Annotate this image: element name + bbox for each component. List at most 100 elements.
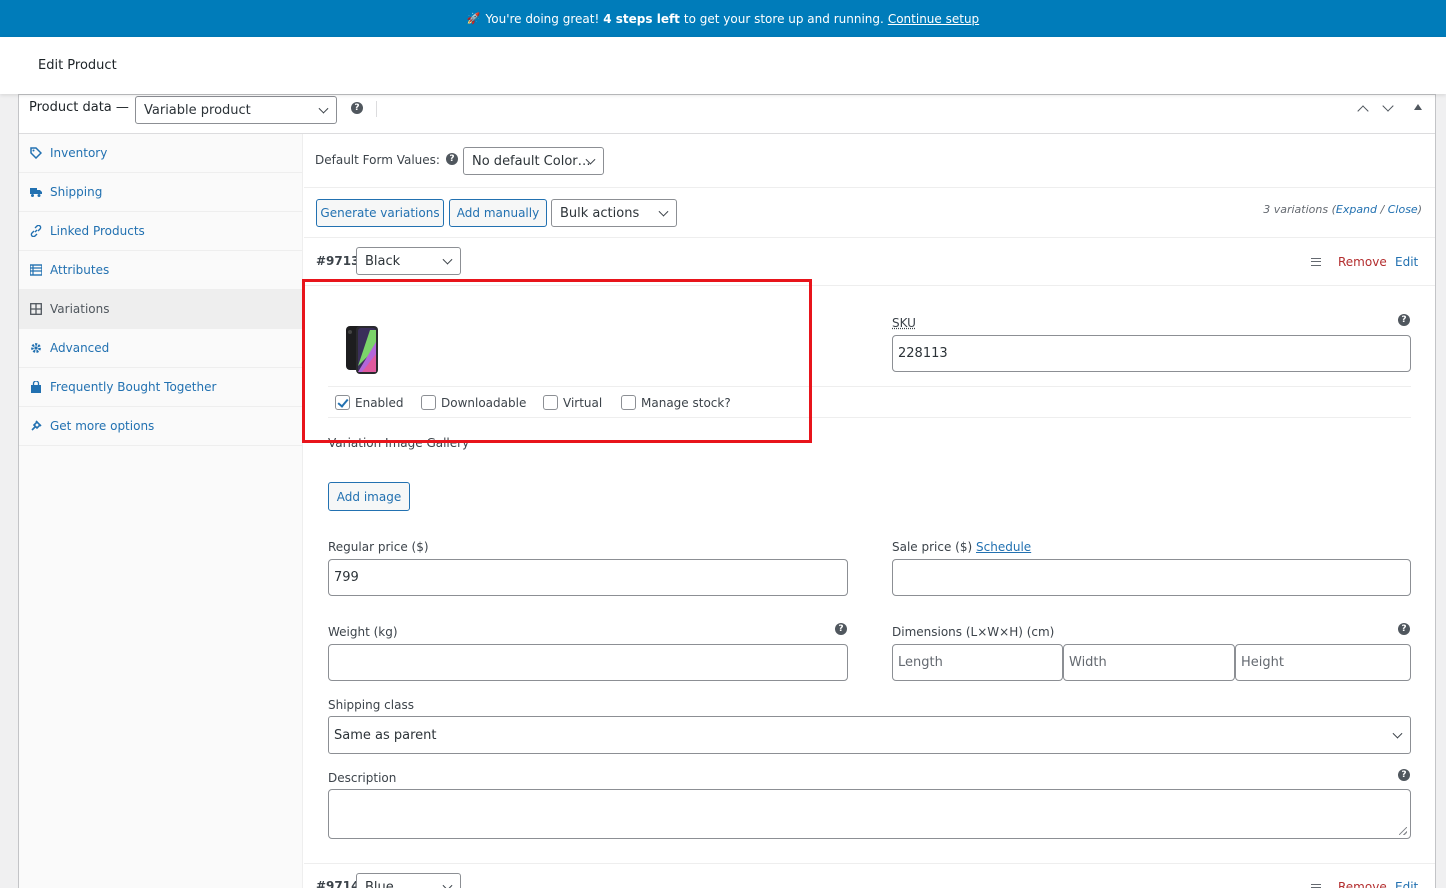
list-icon — [29, 263, 43, 277]
expand-close-separator: / — [1381, 203, 1385, 216]
sku-input[interactable]: 228113 — [892, 335, 1411, 372]
chevron-down-icon — [443, 255, 453, 265]
truck-icon — [29, 185, 43, 199]
tab-variations[interactable]: Variations — [19, 290, 302, 329]
weight-label: Weight (kg) — [328, 625, 398, 639]
variations-content: Default Form Values: ? No default Color…… — [304, 134, 1435, 888]
notice-suffix: to get your store up and running. — [684, 12, 884, 26]
product-data-tabs: Inventory Shipping Linked Products Attri… — [19, 134, 303, 888]
variation-id: #9714 — [316, 879, 359, 888]
regular-price-input[interactable]: 799 — [328, 559, 848, 596]
help-icon[interactable]: ? — [1398, 314, 1410, 326]
description-textarea[interactable] — [328, 789, 1411, 839]
sku-label: SKU — [892, 316, 916, 330]
product-data-label: Product data — — [29, 100, 129, 115]
chevron-down-icon — [659, 207, 669, 217]
continue-setup-link[interactable]: Continue setup — [888, 12, 979, 26]
variation-header[interactable]: #9714 Blue Remove Edit — [304, 863, 1435, 888]
shipping-class-label: Shipping class — [328, 698, 414, 712]
tab-frequently-bought-together[interactable]: Frequently Bought Together — [19, 368, 302, 407]
remove-variation-link[interactable]: Remove — [1338, 255, 1387, 269]
width-input[interactable]: Width — [1063, 644, 1235, 681]
bulk-actions-select[interactable]: Bulk actions — [551, 199, 677, 227]
product-data-panel: Product data — Variable product ? Invent… — [18, 94, 1436, 888]
default-color-select[interactable]: No default Color… — [463, 147, 604, 175]
tab-linked-products[interactable]: Linked Products — [19, 212, 302, 251]
variation-color-value: Black — [365, 254, 400, 269]
drag-handle-icon[interactable] — [1311, 258, 1321, 266]
tab-label: Linked Products — [50, 224, 145, 238]
expand-link[interactable]: Expand — [1336, 203, 1377, 216]
sale-price-text: Sale price ($) — [892, 540, 972, 554]
tab-label: Shipping — [50, 185, 102, 199]
remove-variation-link[interactable]: Remove — [1338, 880, 1387, 888]
tab-label: Inventory — [50, 146, 107, 160]
tag-icon — [29, 146, 43, 160]
plugin-icon — [29, 419, 43, 433]
variation-color-value: Blue — [365, 880, 394, 888]
move-up-icon[interactable] — [1357, 105, 1368, 116]
product-type-value: Variable product — [144, 103, 251, 118]
shipping-class-select[interactable]: Same as parent — [328, 716, 1411, 754]
link-icon — [29, 224, 43, 238]
help-icon[interactable]: ? — [351, 102, 363, 114]
variations-count-text: 3 variations — [1263, 203, 1328, 216]
variation-color-select[interactable]: Black — [356, 247, 461, 275]
tab-inventory[interactable]: Inventory — [19, 134, 302, 173]
notice-steps: 4 steps left — [603, 12, 680, 26]
generate-variations-button[interactable]: Generate variations — [316, 199, 444, 227]
highlight-box — [302, 279, 812, 443]
help-icon[interactable]: ? — [1398, 769, 1410, 781]
length-input[interactable]: Length — [892, 644, 1063, 681]
chevron-down-icon — [443, 881, 453, 888]
drag-handle-icon[interactable] — [1311, 884, 1321, 888]
edit-variation-link[interactable]: Edit — [1395, 255, 1418, 269]
bag-icon — [29, 380, 43, 394]
tab-label: Advanced — [50, 341, 109, 355]
help-icon[interactable]: ? — [1398, 623, 1410, 635]
tab-label: Variations — [50, 302, 110, 316]
notice-prefix: You're doing great! — [486, 12, 600, 26]
move-down-icon[interactable] — [1382, 100, 1393, 111]
tab-label: Attributes — [50, 263, 109, 277]
add-manually-button[interactable]: Add manually — [449, 199, 547, 227]
setup-notice-bar: 🚀 You're doing great! 4 steps left to ge… — [0, 0, 1446, 37]
page-header: Edit Product — [0, 37, 1446, 94]
add-image-button[interactable]: Add image — [328, 482, 410, 511]
description-label: Description — [328, 771, 396, 785]
resize-handle-icon[interactable] — [1399, 827, 1407, 835]
default-color-value: No default Color… — [472, 154, 591, 169]
help-icon[interactable]: ? — [446, 153, 458, 165]
grid-icon — [29, 302, 43, 316]
page-title: Edit Product — [38, 58, 117, 73]
tab-label: Frequently Bought Together — [50, 380, 216, 394]
chevron-down-icon — [319, 104, 329, 114]
variation-color-select[interactable]: Blue — [356, 873, 461, 888]
tab-get-more-options[interactable]: Get more options — [19, 407, 302, 446]
shipping-class-value: Same as parent — [334, 728, 437, 743]
sale-price-input[interactable] — [892, 559, 1411, 596]
regular-price-label: Regular price ($) — [328, 540, 429, 554]
variation-actions-row: Generate variations Add manually Bulk ac… — [304, 188, 1435, 238]
close-link[interactable]: Close — [1388, 203, 1418, 216]
tab-shipping[interactable]: Shipping — [19, 173, 302, 212]
help-icon[interactable]: ? — [835, 623, 847, 635]
gear-icon — [29, 341, 43, 355]
default-form-values-label: Default Form Values: — [315, 153, 440, 167]
product-type-select[interactable]: Variable product — [135, 96, 337, 124]
default-form-values-row: Default Form Values: ? No default Color… — [304, 134, 1435, 188]
product-data-header: Product data — Variable product ? — [19, 95, 1435, 134]
chevron-down-icon — [1393, 729, 1403, 739]
tab-attributes[interactable]: Attributes — [19, 251, 302, 290]
toggle-panel-icon[interactable] — [1414, 104, 1422, 110]
sale-price-label: Sale price ($) Schedule — [892, 540, 1031, 554]
edit-variation-link[interactable]: Edit — [1395, 880, 1418, 888]
weight-input[interactable] — [328, 644, 848, 681]
tab-label: Get more options — [50, 419, 154, 433]
tab-advanced[interactable]: Advanced — [19, 329, 302, 368]
rocket-icon: 🚀 — [467, 12, 481, 25]
height-input[interactable]: Height — [1235, 644, 1411, 681]
dimensions-label: Dimensions (L×W×H) (cm) — [892, 625, 1054, 639]
variation-id: #9713 — [316, 254, 359, 268]
schedule-link[interactable]: Schedule — [976, 540, 1031, 554]
